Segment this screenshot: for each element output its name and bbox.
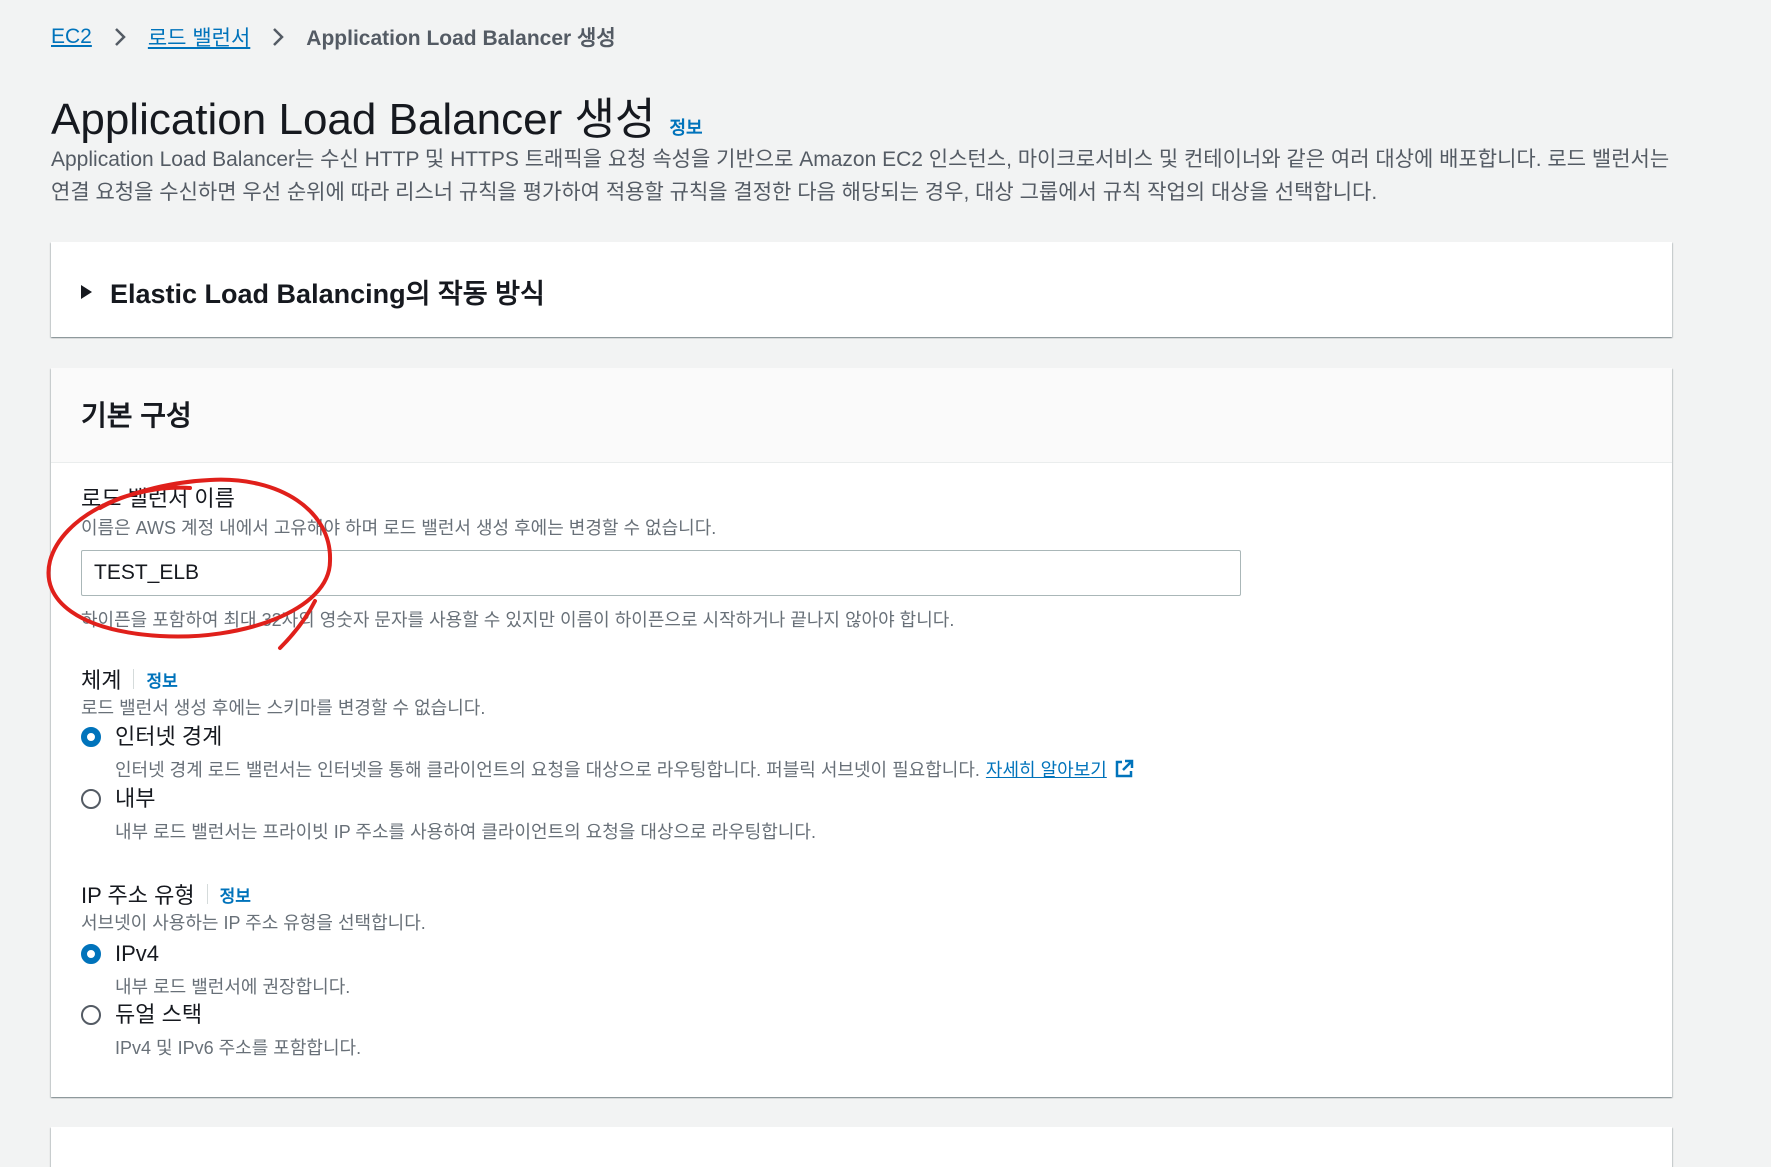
radio-dualstack[interactable]: [81, 1005, 101, 1025]
chevron-right-icon: [266, 25, 290, 49]
ip-option-ipv4[interactable]: IPv4 내부 로드 밸런서에 권장합니다.: [81, 941, 350, 999]
option-description-text: 내부 로드 밸런서에 권장합니다.: [115, 977, 351, 997]
ip-type-label-text: IP 주소 유형: [81, 883, 195, 908]
ip-option-dualstack[interactable]: 듀얼 스택 IPv4 및 IPv6 주소를 포함합니다.: [81, 1002, 361, 1060]
page-description: Application Load Balancer는 수신 HTTP 및 HTT…: [51, 148, 1670, 204]
option-description: IPv4 및 IPv6 주소를 포함합니다.: [115, 1034, 361, 1060]
option-description: 내부 로드 밸런서는 프라이빗 IP 주소를 사용하여 클라이언트의 요청을 대…: [115, 818, 816, 844]
ip-type-info-link[interactable]: 정보: [220, 882, 251, 907]
option-description: 인터넷 경계 로드 밸런서는 인터넷을 통해 클라이언트의 요청을 대상으로 라…: [115, 756, 1135, 782]
option-title: 인터넷 경계: [115, 724, 223, 749]
panel-header: 기본 구성: [51, 368, 1672, 463]
page-title-text: Application Load Balancer 생성: [51, 95, 656, 144]
option-description-text: IPv4 및 IPv6 주소를 포함합니다.: [115, 1038, 362, 1058]
radio-ipv4[interactable]: [81, 944, 101, 964]
scheme-option-internet-facing[interactable]: 인터넷 경계 인터넷 경계 로드 밸런서는 인터넷을 통해 클라이언트의 요청을…: [81, 724, 1135, 782]
breadcrumb: EC2 로드 밸런서 Application Load Balancer 생성: [51, 22, 616, 52]
scheme-option-internal[interactable]: 내부 내부 로드 밸런서는 프라이빗 IP 주소를 사용하여 클라이언트의 요청…: [81, 786, 816, 844]
radio-internet-facing[interactable]: [81, 727, 101, 747]
name-constraint-text: 하이픈을 포함하여 최대 32자의 영숫자 문자를 사용할 수 있지만 이름이 …: [81, 610, 955, 630]
radio-internal[interactable]: [81, 789, 101, 809]
scheme-label-text: 체계: [81, 668, 122, 693]
caret-right-icon: [81, 284, 92, 299]
next-panel: [51, 1127, 1672, 1167]
panel-title: 기본 구성: [81, 400, 192, 431]
page-title: Application Load Balancer 생성 정보: [51, 83, 703, 147]
option-title: IPv4: [115, 941, 160, 966]
expander-title: Elastic Load Balancing의 작동 방식: [110, 279, 545, 309]
external-link-icon[interactable]: [1113, 758, 1135, 780]
name-field-description: 이름은 AWS 계정 내에서 고유해야 하며 로드 밸런서 생성 후에는 변경할…: [81, 518, 717, 538]
option-title: 내부: [115, 786, 156, 811]
label-divider: [133, 669, 135, 689]
breadcrumb-load-balancers[interactable]: 로드 밸런서: [148, 22, 250, 52]
name-label-text: 로드 밸런서 이름: [81, 486, 235, 511]
scheme-description: 로드 밸런서 생성 후에는 스키마를 변경할 수 없습니다.: [81, 698, 486, 718]
breadcrumb-ec2[interactable]: EC2: [51, 25, 92, 49]
option-description-text: 인터넷 경계 로드 밸런서는 인터넷을 통해 클라이언트의 요청을 대상으로 라…: [115, 760, 980, 780]
label-divider: [206, 884, 208, 904]
ip-type-description: 서브넷이 사용하는 IP 주소 유형을 선택합니다.: [81, 913, 426, 933]
name-field-label: 로드 밸런서 이름: [81, 481, 235, 513]
learn-more-link[interactable]: 자세히 알아보기: [986, 756, 1107, 782]
chevron-right-icon: [108, 25, 132, 49]
ip-type-label: IP 주소 유형 정보: [81, 878, 251, 910]
info-link[interactable]: 정보: [669, 114, 702, 140]
breadcrumb-current: Application Load Balancer 생성: [306, 27, 616, 50]
how-it-works-expander[interactable]: Elastic Load Balancing의 작동 방식: [51, 242, 1672, 337]
scheme-info-link[interactable]: 정보: [146, 667, 177, 692]
option-description: 내부 로드 밸런서에 권장합니다.: [115, 973, 350, 999]
expander-header[interactable]: Elastic Load Balancing의 작동 방식: [81, 272, 545, 311]
option-title: 듀얼 스택: [115, 1002, 203, 1027]
load-balancer-name-input[interactable]: [81, 550, 1241, 596]
scheme-label: 체계 정보: [81, 663, 178, 695]
basic-config-panel: 기본 구성 로드 밸런서 이름 이름은 AWS 계정 내에서 고유해야 하며 로…: [51, 368, 1672, 1097]
option-description-text: 내부 로드 밸런서는 프라이빗 IP 주소를 사용하여 클라이언트의 요청을 대…: [115, 822, 816, 842]
